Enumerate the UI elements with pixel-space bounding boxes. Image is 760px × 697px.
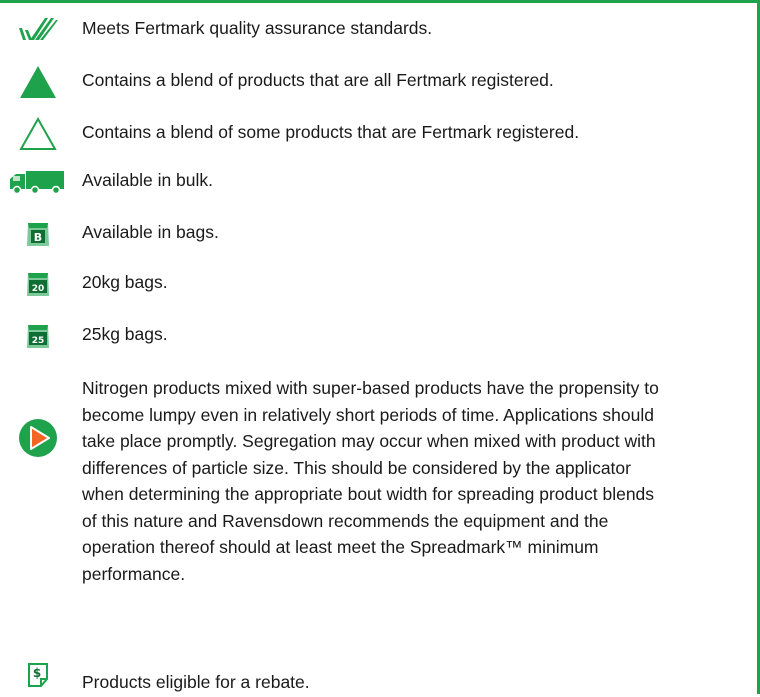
page-frame: Meets Fertmark quality assurance standar… [0, 0, 760, 694]
legend-row-some-registered: Contains a blend of some products that a… [0, 116, 740, 150]
legend-row-bags20: 20 20kg bags. [0, 269, 740, 299]
note-line: become lumpy even in relatively short pe… [82, 404, 654, 425]
legend-row-bulk: Available in bulk. [0, 167, 740, 197]
truck-icon [8, 162, 68, 202]
legend-row-bags25: 25 25kg bags. [0, 321, 740, 351]
note-line: differences of particle size. This shoul… [82, 457, 631, 478]
note-block: Nitrogen products mixed with super-based… [0, 375, 740, 615]
note-line: of this nature and Ravensdown recommends… [82, 510, 609, 531]
note-line: performance. [82, 563, 186, 584]
bag-20kg-icon: 20 [8, 264, 68, 304]
svg-text:25: 25 [32, 336, 45, 346]
note-paragraph: Nitrogen products mixed with super-based… [82, 375, 750, 587]
legend-text-bags25: 25kg bags. [82, 324, 168, 344]
bag-icon: B [8, 214, 68, 254]
note-line: take place promptly. Segregation may occ… [82, 431, 656, 451]
legend-row-fertmark: Meets Fertmark quality assurance standar… [0, 15, 740, 45]
solid-triangle-icon [8, 62, 68, 102]
legend-text-bags: Available in bags. [82, 222, 219, 242]
outline-triangle-icon [8, 114, 68, 154]
legend-text-rebate: Products eligible for a rebate. [82, 672, 310, 692]
play-arrow-icon [8, 413, 68, 463]
legend-text-bags20: 20kg bags. [82, 272, 168, 292]
svg-text:B: B [34, 231, 42, 244]
legend-text-some-registered: Contains a blend of some products that a… [82, 122, 580, 142]
note-line: operation thereof should at least meet t… [82, 537, 599, 557]
bag-25kg-icon: 25 [8, 316, 68, 356]
legend-row-rebate: $ Products eligible for a rebate. [0, 663, 740, 697]
rebate-icon: $ [8, 655, 68, 695]
note-line: when determining the appropriate bout wi… [82, 484, 655, 504]
note-line: Nitrogen products mixed with super-based… [82, 378, 659, 398]
legend-text-bulk: Available in bulk. [82, 170, 214, 190]
fertmark-icon [8, 10, 68, 50]
legend-row-all-registered: Contains a blend of products that are al… [0, 66, 740, 98]
svg-text:$: $ [33, 666, 41, 680]
legend-text-fertmark: Meets Fertmark quality assurance standar… [82, 18, 433, 38]
legend-text-all-registered: Contains a blend of products that are al… [82, 70, 554, 90]
legend-row-bags: B Available in bags. [0, 219, 740, 249]
svg-text:20: 20 [32, 284, 45, 294]
